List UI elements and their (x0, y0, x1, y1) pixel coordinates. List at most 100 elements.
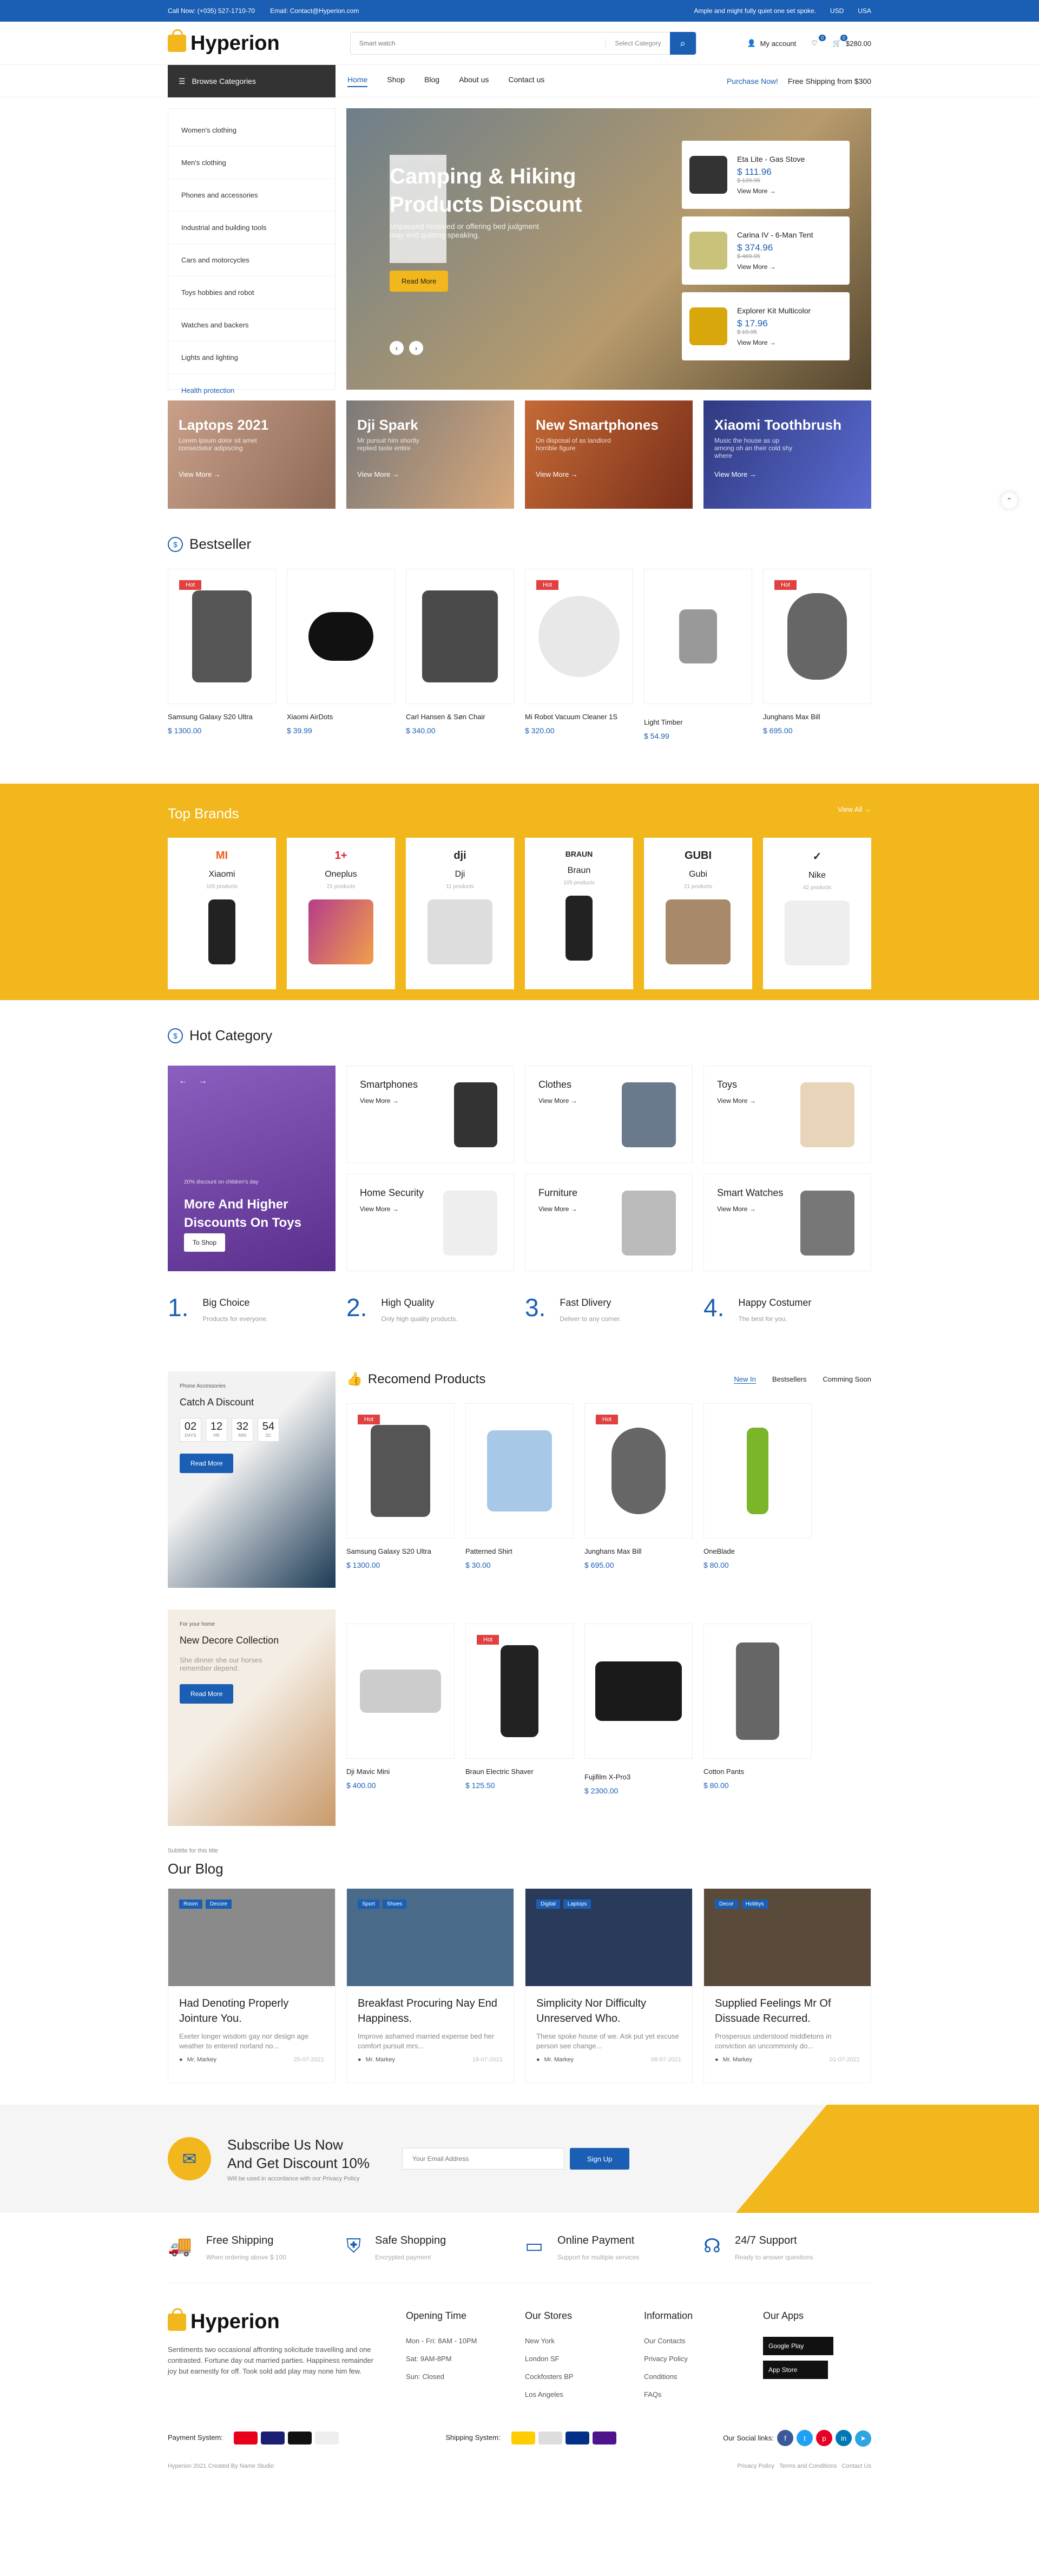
google-play-badge[interactable]: Google Play (763, 2337, 833, 2355)
topbar-email[interactable]: Email: Contact@Hyperion.com (270, 7, 359, 15)
category-item[interactable]: Cars and motorcycles (168, 244, 335, 277)
tab-bestsellers[interactable]: Bestsellers (772, 1375, 807, 1384)
product-name[interactable]: Fujifilm X-Pro3 (584, 1773, 693, 1781)
product-name[interactable]: Xiaomi AirDots (287, 713, 395, 721)
promo-card[interactable]: Xiaomi Toothbrush Music the house as up a… (703, 400, 871, 509)
promo-view-more[interactable]: View More → (357, 470, 399, 478)
deal-card[interactable]: Explorer Kit Multicolor $ 17.96 $ 19.95 Vie… (682, 292, 850, 360)
nav-shop[interactable]: Shop (387, 75, 405, 87)
blog-tag[interactable]: Digital (536, 1900, 560, 1909)
product-name[interactable]: Light Timber (644, 718, 752, 726)
blog-card[interactable]: Sport Shoes Breakfast Procuring Nay End Ha… (346, 1888, 514, 2083)
deal-view-more[interactable]: View More → (737, 339, 811, 346)
linkedin-icon[interactable]: in (836, 2430, 852, 2446)
contact-link[interactable]: Contact Us (842, 2463, 871, 2469)
blog-post-title[interactable]: Simplicity Nor Difficulty Unreserved Who… (525, 1986, 692, 2026)
category-item[interactable]: Lights and lighting (168, 341, 335, 374)
promo-view-more[interactable]: View More → (714, 470, 757, 478)
product-name[interactable]: Cotton Pants (703, 1767, 812, 1776)
toys-banner[interactable]: ← → 20% discount on children's day More … (168, 1066, 336, 1271)
product-name[interactable]: Junghans Max Bill (584, 1547, 693, 1555)
product-name[interactable]: OneBlade (703, 1547, 812, 1555)
purchase-link[interactable]: Purchase Now! (727, 77, 778, 86)
nav-about[interactable]: About us (459, 75, 489, 87)
brand-card[interactable]: dji Dji 11 products (406, 838, 514, 989)
blog-tag[interactable]: Decore (205, 1900, 232, 1909)
blog-card[interactable]: Room Decore Had Denoting Properly Jointure… (168, 1888, 336, 2083)
product-card[interactable]: Cotton Pants $ 80.00 (703, 1624, 812, 1795)
search-category-select[interactable]: Select Category (606, 40, 669, 47)
product-name[interactable]: Samsung Galaxy S20 Ultra (168, 713, 276, 721)
promo-card[interactable]: Laptops 2021 Lorem ipsum dolor sit amet c… (168, 400, 336, 509)
blog-tag[interactable]: Laptops (563, 1900, 591, 1909)
promo-card[interactable]: Dji Spark Mr pursuit him shortly replied … (346, 400, 514, 509)
deal-card[interactable]: Eta Lite - Gas Stove $ 111.96 $ 139.95 View… (682, 141, 850, 209)
category-item[interactable]: Watches and backers (168, 309, 335, 341)
info-link[interactable]: FAQs (644, 2390, 741, 2398)
blog-card[interactable]: Decor Hobbys Supplied Feelings Mr Of Dissu… (703, 1888, 871, 2083)
product-card[interactable]: Hot Junghans Max Bill $ 695.00 (763, 569, 871, 740)
category-item[interactable]: Industrial and building tools (168, 212, 335, 244)
blog-tag[interactable]: Sport (358, 1900, 379, 1909)
blog-tag[interactable]: Room (179, 1900, 202, 1909)
category-card[interactable]: Toys View More → (703, 1066, 871, 1163)
promo-view-more[interactable]: View More → (536, 470, 578, 478)
arrow-left-icon[interactable]: ← (179, 1076, 187, 1086)
product-name[interactable]: Patterned Shirt (465, 1547, 574, 1555)
scroll-top-button[interactable]: ⌃ (1001, 492, 1017, 509)
store-link[interactable]: New York (525, 2337, 622, 2345)
view-all-link[interactable]: View All → (838, 805, 871, 822)
twitter-icon[interactable]: t (797, 2430, 813, 2446)
tab-coming-soon[interactable]: Comming Soon (823, 1375, 871, 1384)
tab-new-in[interactable]: New In (734, 1375, 756, 1384)
terms-link[interactable]: Terms and Conditions (779, 2463, 837, 2469)
product-name[interactable]: Junghans Max Bill (763, 713, 871, 721)
read-more-button[interactable]: Read More (180, 1454, 234, 1473)
nav-blog[interactable]: Blog (424, 75, 439, 87)
nav-home[interactable]: Home (347, 75, 368, 87)
deal-view-more[interactable]: View More → (737, 263, 813, 271)
product-card[interactable]: Xiaomi AirDots $ 39.99 (287, 569, 395, 740)
store-link[interactable]: Los Angeles (525, 2390, 622, 2398)
discount-banner[interactable]: Phone Accessories Catch A Discount 02 DAY… (168, 1371, 336, 1588)
privacy-link[interactable]: Privacy Policy (737, 2463, 774, 2469)
product-card[interactable]: Hot Samsung Galaxy S20 Ultra $ 1300.00 (346, 1403, 455, 1569)
telegram-icon[interactable]: ➤ (855, 2430, 871, 2447)
hero-read-more-button[interactable]: Read More (390, 271, 449, 292)
browse-categories-button[interactable]: ☰ Browse Categories (168, 65, 336, 97)
read-more-button[interactable]: Read More (180, 1684, 234, 1704)
product-card[interactable]: Hot Mi Robot Vacuum Cleaner 1S $ 320.00 (525, 569, 633, 740)
product-name[interactable]: Braun Electric Shaver (465, 1767, 574, 1776)
category-item[interactable]: Toys hobbies and robot (168, 277, 335, 309)
category-card[interactable]: Clothes View More → (525, 1066, 693, 1163)
blog-card[interactable]: Digital Laptops Simplicity Nor Difficulty … (525, 1888, 693, 2083)
product-card[interactable]: Light Timber $ 54.99 (644, 569, 752, 740)
category-item[interactable]: Women's clothing (168, 114, 335, 147)
category-card[interactable]: Smart Watches View More → (703, 1174, 871, 1271)
product-card[interactable]: Patterned Shirt $ 30.00 (465, 1403, 574, 1569)
info-link[interactable]: Our Contacts (644, 2337, 741, 2345)
category-card[interactable]: Home Security View More → (346, 1174, 514, 1271)
info-link[interactable]: Privacy Policy (644, 2355, 741, 2363)
product-card[interactable]: Fujifilm X-Pro3 $ 2300.00 (584, 1624, 693, 1795)
product-card[interactable]: Hot Braun Electric Shaver $ 125.50 (465, 1624, 574, 1795)
nav-contact[interactable]: Contact us (508, 75, 544, 87)
blog-post-title[interactable]: Supplied Feelings Mr Of Dissuade Recurre… (704, 1986, 871, 2026)
promo-view-more[interactable]: View More → (179, 470, 221, 478)
language-select[interactable]: USA (858, 7, 871, 15)
arrow-right-icon[interactable]: → (198, 1076, 207, 1086)
deal-view-more[interactable]: View More → (737, 187, 805, 195)
blog-tag[interactable]: Shoes (382, 1900, 407, 1909)
account-link[interactable]: 👤 My account (747, 39, 796, 48)
wishlist-button[interactable]: ♡ 0 (811, 35, 826, 48)
product-name[interactable]: Mi Robot Vacuum Cleaner 1S (525, 713, 633, 721)
next-arrow-icon[interactable]: › (409, 341, 423, 355)
blog-tag[interactable]: Decor (715, 1900, 738, 1909)
deal-card[interactable]: Carina IV - 6-Man Tent $ 374.96 $ 469.95 Vi… (682, 216, 850, 285)
cart-button[interactable]: 🛒 0 $280.00 (833, 35, 871, 48)
blog-post-title[interactable]: Breakfast Procuring Nay End Happiness. (347, 1986, 514, 2026)
product-name[interactable]: Carl Hansen & Søn Chair (406, 713, 514, 721)
category-card[interactable]: Smartphones View More → (346, 1066, 514, 1163)
currency-select[interactable]: USD (830, 7, 844, 15)
email-input[interactable] (402, 2148, 565, 2170)
